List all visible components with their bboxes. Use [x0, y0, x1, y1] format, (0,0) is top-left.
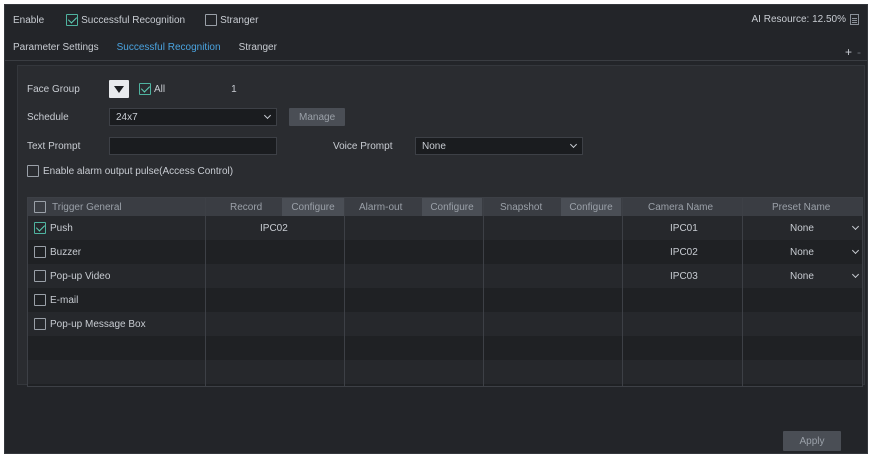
tab-successful-recognition[interactable]: Successful Recognition — [117, 37, 221, 58]
trigger-item-email[interactable]: E-mail — [34, 294, 78, 306]
alarm-out-column — [345, 198, 484, 386]
preset-value: None — [790, 246, 814, 258]
face-group-row: Face Group All 1 — [27, 80, 237, 98]
all-label: All — [154, 83, 166, 95]
snapshot-column — [484, 198, 623, 386]
face-group-filter-button[interactable] — [109, 80, 129, 98]
tab-parameter-settings[interactable]: Parameter Settings — [13, 37, 99, 58]
all-option[interactable]: All — [139, 83, 165, 95]
stranger-checkbox[interactable] — [205, 14, 218, 26]
trigger-label: Pop-up Video — [50, 270, 111, 282]
trigger-label: Push — [50, 222, 73, 234]
popup-message-box-checkbox[interactable] — [34, 318, 46, 330]
schedule-value: 24x7 — [116, 111, 138, 123]
filter-icon — [114, 85, 124, 93]
trigger-label: Buzzer — [50, 246, 82, 258]
tab-actions: + - — [845, 45, 861, 59]
schedule-row: Schedule 24x7 Manage — [27, 108, 346, 126]
schedule-select[interactable]: 24x7 — [109, 108, 277, 126]
popup-video-checkbox[interactable] — [34, 270, 46, 282]
preset-select[interactable]: None — [758, 243, 860, 261]
alarm-pulse-label: Enable alarm output pulse(Access Control… — [43, 165, 234, 177]
preset-name-header: Preset Name — [772, 202, 831, 213]
ai-resource: AI Resource: 12.50% — [751, 14, 859, 25]
chevron-down-icon — [851, 222, 860, 231]
apply-button[interactable]: Apply — [783, 431, 841, 451]
stranger-option[interactable]: Stranger — [205, 14, 258, 26]
preset-value: None — [790, 270, 814, 282]
preset-select[interactable]: None — [758, 219, 860, 237]
text-prompt-input[interactable] — [109, 137, 277, 155]
buzzer-checkbox[interactable] — [34, 246, 46, 258]
prompt-row: Text Prompt Voice Prompt None — [27, 137, 583, 155]
schedule-label: Schedule — [27, 111, 69, 123]
chevron-down-icon — [851, 270, 860, 279]
successful-recognition-label: Successful Recognition — [81, 14, 186, 26]
trigger-label: Pop-up Message Box — [50, 318, 146, 330]
voice-prompt-value: None — [422, 140, 446, 152]
chevron-down-icon — [569, 140, 578, 149]
preset-select[interactable]: None — [758, 267, 860, 285]
trigger-item-popup-message-box[interactable]: Pop-up Message Box — [34, 318, 146, 330]
alarm-pulse-checkbox[interactable] — [27, 165, 39, 177]
trigger-label: E-mail — [50, 294, 79, 306]
stranger-label: Stranger — [220, 14, 259, 26]
chevron-down-icon — [851, 246, 860, 255]
record-camera: IPC02 — [260, 223, 288, 234]
preset-value: None — [790, 222, 814, 234]
voice-prompt-label: Voice Prompt — [333, 140, 393, 152]
enable-bar: Enable Successful Recognition Stranger A… — [5, 5, 867, 35]
trigger-item-push[interactable]: Push — [34, 222, 73, 234]
email-checkbox[interactable] — [34, 294, 46, 306]
manage-button[interactable]: Manage — [289, 108, 346, 126]
alarm-pulse-option[interactable]: Enable alarm output pulse(Access Control… — [27, 165, 233, 177]
document-icon[interactable] — [850, 14, 859, 25]
trigger-table: Trigger General Record Configure Alarm-o… — [27, 197, 863, 387]
voice-prompt-select[interactable]: None — [415, 137, 583, 155]
trigger-item-buzzer[interactable]: Buzzer — [34, 246, 81, 258]
text-prompt-label: Text Prompt — [27, 140, 81, 152]
chevron-down-icon — [263, 111, 272, 120]
add-icon[interactable]: + — [845, 45, 852, 59]
face-group-label: Face Group — [27, 83, 80, 95]
camera-name: IPC03 — [670, 271, 698, 282]
camera-name: IPC02 — [670, 247, 698, 258]
tab-bar: Parameter Settings Successful Recognitio… — [5, 35, 867, 61]
remove-icon[interactable]: - — [857, 45, 861, 59]
trigger-item-popup-video[interactable]: Pop-up Video — [34, 270, 110, 282]
alarm-settings-window: Enable Successful Recognition Stranger A… — [4, 4, 868, 454]
successful-recognition-option[interactable]: Successful Recognition — [66, 14, 185, 26]
camera-name: IPC01 — [670, 223, 698, 234]
successful-recognition-checkbox[interactable] — [66, 14, 79, 26]
tab-stranger[interactable]: Stranger — [239, 37, 277, 58]
ai-resource-text: AI Resource: 12.50% — [751, 14, 847, 25]
face-group-count: 1 — [231, 83, 237, 95]
all-checkbox[interactable] — [139, 83, 151, 95]
push-checkbox[interactable] — [34, 222, 46, 234]
enable-label: Enable — [13, 14, 45, 26]
